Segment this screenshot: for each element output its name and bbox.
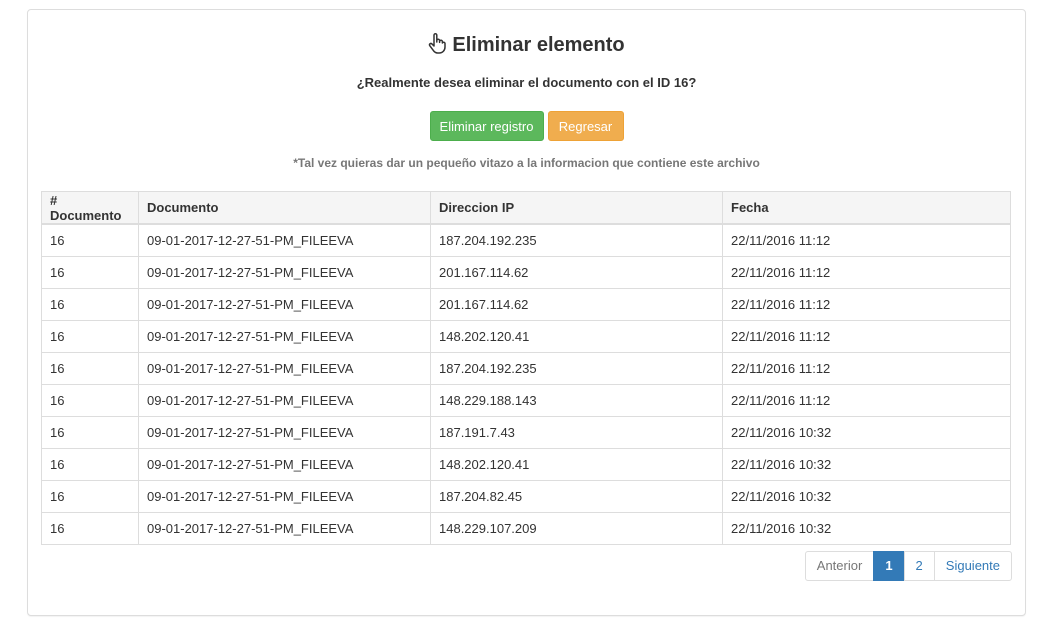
table-header-row: # Documento Documento Direccion IP Fecha [41,191,1011,225]
cell-ip: 187.204.192.235 [430,223,723,257]
table-row: 16 09-01-2017-12-27-51-PM_FILEEVA 187.204.… [41,223,1011,257]
cell-doc-number: 16 [41,416,139,449]
cell-document: 09-01-2017-12-27-51-PM_FILEEVA [138,320,431,353]
cell-date: 22/11/2016 10:32 [722,512,1011,545]
table-row: 16 09-01-2017-12-27-51-PM_FILEEVA 187.204.… [41,480,1011,513]
delete-record-button[interactable]: Eliminar registro [429,111,544,141]
cell-date: 22/11/2016 10:32 [722,480,1011,513]
pagination-previous[interactable]: Anterior [804,551,875,581]
page-title: Eliminar elemento [28,32,1025,61]
cell-ip: 187.204.192.235 [430,352,723,385]
cell-doc-number: 16 [41,223,139,257]
table-row: 16 09-01-2017-12-27-51-PM_FILEEVA 148.202.… [41,320,1011,353]
cell-doc-number: 16 [41,480,139,513]
cell-ip: 148.229.188.143 [430,384,723,417]
cell-document: 09-01-2017-12-27-51-PM_FILEEVA [138,352,431,385]
access-log-table: # Documento Documento Direccion IP Fecha… [41,191,1011,545]
pagination: Anterior 1 2 Siguiente [804,551,1012,581]
pagination-page-1[interactable]: 1 [873,551,905,581]
cell-doc-number: 16 [41,512,139,545]
table-row: 16 09-01-2017-12-27-51-PM_FILEEVA 148.202.… [41,448,1011,481]
column-header-document[interactable]: Documento [138,191,431,225]
table-row: 16 09-01-2017-12-27-51-PM_FILEEVA 201.167.… [41,288,1011,321]
table-row: 16 09-01-2017-12-27-51-PM_FILEEVA 148.229.… [41,512,1011,545]
cell-document: 09-01-2017-12-27-51-PM_FILEEVA [138,288,431,321]
pagination-next[interactable]: Siguiente [933,551,1012,581]
table-row: 16 09-01-2017-12-27-51-PM_FILEEVA 148.229.… [41,384,1011,417]
column-header-ip[interactable]: Direccion IP [430,191,723,225]
cell-doc-number: 16 [41,448,139,481]
hand-pointer-icon [428,32,447,61]
cell-date: 22/11/2016 11:12 [722,223,1011,257]
cell-document: 09-01-2017-12-27-51-PM_FILEEVA [138,480,431,513]
cell-doc-number: 16 [41,384,139,417]
cell-date: 22/11/2016 11:12 [722,288,1011,321]
column-header-doc-number[interactable]: # Documento [41,191,139,225]
cell-date: 22/11/2016 10:32 [722,448,1011,481]
cell-document: 09-01-2017-12-27-51-PM_FILEEVA [138,256,431,289]
cell-ip: 148.229.107.209 [430,512,723,545]
info-note: *Tal vez quieras dar un pequeño vitazo a… [293,156,760,170]
cell-date: 22/11/2016 11:12 [722,256,1011,289]
page-title-text: Eliminar elemento [452,34,625,56]
back-button[interactable]: Regresar [547,111,624,141]
cell-document: 09-01-2017-12-27-51-PM_FILEEVA [138,384,431,417]
cell-document: 09-01-2017-12-27-51-PM_FILEEVA [138,512,431,545]
cell-date: 22/11/2016 11:12 [722,384,1011,417]
cell-date: 22/11/2016 11:12 [722,352,1011,385]
table-row: 16 09-01-2017-12-27-51-PM_FILEEVA 201.167.… [41,256,1011,289]
cell-ip: 201.167.114.62 [430,288,723,321]
cell-doc-number: 16 [41,288,139,321]
cell-document: 09-01-2017-12-27-51-PM_FILEEVA [138,448,431,481]
cell-ip: 187.204.82.45 [430,480,723,513]
delete-panel: Eliminar elemento ¿Realmente desea elimi… [27,9,1026,616]
column-header-date[interactable]: Fecha [722,191,1011,225]
cell-document: 09-01-2017-12-27-51-PM_FILEEVA [138,223,431,257]
cell-doc-number: 16 [41,256,139,289]
cell-ip: 148.202.120.41 [430,320,723,353]
table-row: 16 09-01-2017-12-27-51-PM_FILEEVA 187.204.… [41,352,1011,385]
cell-date: 22/11/2016 11:12 [722,320,1011,353]
cell-date: 22/11/2016 10:32 [722,416,1011,449]
table-row: 16 09-01-2017-12-27-51-PM_FILEEVA 187.191.… [41,416,1011,449]
cell-ip: 187.191.7.43 [430,416,723,449]
pagination-page-2[interactable]: 2 [903,551,935,581]
cell-doc-number: 16 [41,352,139,385]
cell-ip: 201.167.114.62 [430,256,723,289]
cell-ip: 148.202.120.41 [430,448,723,481]
cell-doc-number: 16 [41,320,139,353]
confirm-question: ¿Realmente desea eliminar el documento c… [356,75,697,90]
cell-document: 09-01-2017-12-27-51-PM_FILEEVA [138,416,431,449]
action-buttons: Eliminar registro Regresar [28,111,1025,141]
